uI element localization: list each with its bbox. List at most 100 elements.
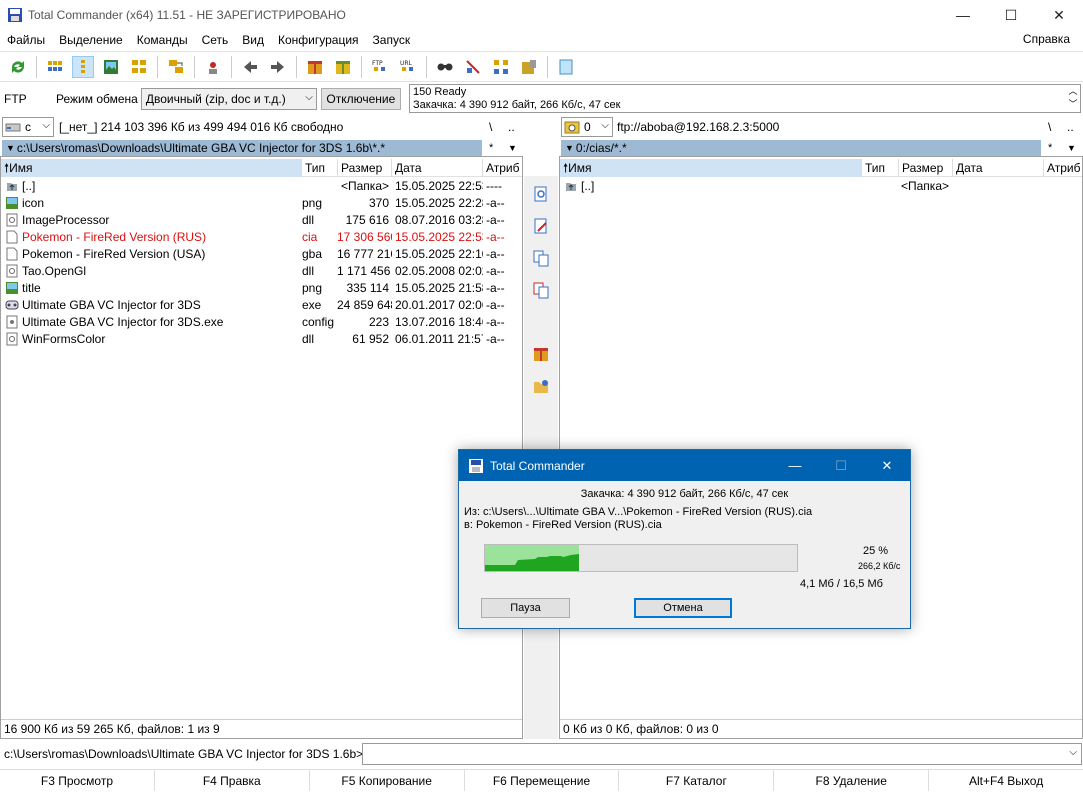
move-icon[interactable] [531,280,551,300]
new-folder-icon[interactable] [531,376,551,396]
column-name[interactable]: 🠕Имя [560,159,862,177]
file-name-cell: Pokemon - FireRed Version (USA) [1,247,299,261]
right-hotlist-button[interactable]: ▼ [1067,140,1076,156]
edit-file-icon[interactable] [531,216,551,236]
command-line-input[interactable]: ⌵ [362,743,1082,765]
file-type: png [302,280,323,295]
back-icon[interactable] [239,56,261,78]
file-row[interactable]: [..] <Папка> 15.05.2025 22:53 ---- [1,177,522,194]
f7-mkdir-button[interactable]: F7 Каталог [619,770,775,791]
pause-button[interactable]: Пауза [481,598,570,618]
left-root-button[interactable]: \ [489,120,492,134]
disconnect-button[interactable]: Отключение [320,88,401,110]
right-drive-select[interactable]: 0 ⌵ [561,117,613,137]
menu-selection[interactable]: Выделение [52,33,130,47]
url-connect-icon[interactable]: URL [397,56,419,78]
menu-commands[interactable]: Команды [130,33,195,47]
column-date[interactable]: Дата [392,159,483,177]
exit-button[interactable]: Alt+F4 Выход [929,770,1083,791]
chevron-down-icon[interactable]: ﹀ [1066,98,1080,111]
select-icon[interactable] [202,56,224,78]
maximize-button[interactable]: ☐ [987,0,1035,30]
menu-network[interactable]: Сеть [195,33,236,47]
unpack-icon[interactable] [332,56,354,78]
f5-copy-button[interactable]: F5 Копирование [310,770,465,791]
dialog-minimize-button[interactable]: — [772,450,818,481]
refresh-icon[interactable] [7,56,29,78]
file-row[interactable]: icon png 370 15.05.2025 22:28 -a-- [1,194,522,211]
full-view-icon[interactable] [72,55,94,78]
f6-move-button[interactable]: F6 Перемещение [465,770,620,791]
left-drive-select[interactable]: c ⌵ [2,117,54,137]
forward-icon[interactable] [267,56,289,78]
tree-view-icon[interactable] [128,56,150,78]
transfer-mode-select[interactable]: Двоичный (zip, doc и т.д.) ⌵ [140,88,317,110]
view-file-icon[interactable] [531,184,551,204]
f3-view-button[interactable]: F3 Просмотр [0,770,155,791]
menu-configuration[interactable]: Конфигурация [271,33,366,47]
file-row[interactable]: Pokemon - FireRed Version (USA) gba 16 777… [1,245,522,262]
file-name-cell: Ultimate GBA VC Injector for 3DS [1,298,299,312]
file-row[interactable]: Ultimate GBA VC Injector for 3DS exe 24 85… [1,296,522,313]
file-row[interactable]: Pokemon - FireRed Version (RUS) cia 17 306… [1,228,522,245]
menu-files[interactable]: Файлы [0,33,52,47]
file-row[interactable]: Ultimate GBA VC Injector for 3DS.exe conf… [1,313,522,330]
file-row[interactable]: Tao.OpenGl dll 1 171 456 02.05.2008 02:02 -a… [1,262,522,279]
file-row[interactable]: WinFormsColor dll 61 952 06.01.2011 21:57 -a… [1,330,522,347]
file-row[interactable]: [..] <Папка> [560,177,1082,194]
chevron-up-icon[interactable]: ︿ [1066,85,1080,98]
ftp-connect-icon[interactable]: FTP [369,56,391,78]
file-name-cell: Tao.OpenGl [1,264,299,278]
menu-start[interactable]: Запуск [366,33,418,47]
sync-dirs-icon[interactable] [490,56,512,78]
right-history-button[interactable]: * [1048,140,1052,156]
left-up-button[interactable]: .. [508,120,515,134]
column-attr[interactable]: Атриб [483,159,522,177]
file-size: 61 952 [352,331,389,346]
notepad-icon[interactable] [555,56,577,78]
menu-view[interactable]: Вид [235,33,271,47]
close-button[interactable]: ✕ [1035,0,1083,30]
column-type[interactable]: Тип [862,159,899,177]
left-history-button[interactable]: * [489,140,493,156]
ftp-log[interactable]: 150 Ready Закачка: 4 390 912 байт, 266 К… [409,84,1081,113]
copy-icon[interactable] [531,248,551,268]
dialog-close-button[interactable]: ✕ [864,450,910,481]
compare-icon[interactable] [165,56,187,78]
menu-help[interactable]: Справка [1016,32,1077,46]
left-path: c:\Users\romas\Downloads\Ultimate GBA VC… [16,141,386,155]
left-hotlist-button[interactable]: ▼ [508,140,517,156]
column-size[interactable]: Размер [338,159,392,177]
column-name[interactable]: 🠕Имя [1,159,302,177]
column-size[interactable]: Размер [899,159,953,177]
chevron-down-icon[interactable]: ⌵ [1069,747,1077,758]
column-attr[interactable]: Атриб [1044,159,1080,177]
right-path-bar[interactable]: ▼ 0:/cias/*.* [561,140,1041,156]
file-name-cell: icon [1,196,299,210]
search-icon[interactable] [434,56,456,78]
ftp-log-scrollbar[interactable]: ︿ ﹀ [1066,85,1080,112]
file-size: 370 [368,195,389,210]
file-row[interactable]: ImageProcessor dll 175 616 08.07.2016 03:28… [1,211,522,228]
file-name-cell: WinFormsColor [1,332,299,346]
brief-view-icon[interactable] [44,56,66,78]
minimize-button[interactable]: — [939,0,987,30]
column-date[interactable]: Дата [953,159,1044,177]
pack-icon[interactable] [304,56,326,78]
file-date: 15.05.2025 22:10 [395,246,483,261]
right-up-button[interactable]: .. [1067,120,1074,134]
archive-icon[interactable] [518,56,540,78]
multi-rename-icon[interactable] [462,56,484,78]
right-file-panel[interactable] [559,156,1083,739]
thumbnails-icon[interactable] [100,56,122,78]
svg-text:URL: URL [400,60,413,67]
pack-files-icon[interactable] [531,344,551,364]
left-path-bar[interactable]: ▼ c:\Users\romas\Downloads\Ultimate GBA … [2,140,482,156]
f8-delete-button[interactable]: F8 Удаление [774,770,930,791]
cancel-button[interactable]: Отмена [634,598,732,618]
drive-icon [5,123,21,132]
f4-edit-button[interactable]: F4 Правка [155,770,310,791]
column-type[interactable]: Тип [302,159,338,177]
file-row[interactable]: title png 335 114 15.05.2025 21:58 -a-- [1,279,522,296]
right-root-button[interactable]: \ [1048,120,1051,134]
